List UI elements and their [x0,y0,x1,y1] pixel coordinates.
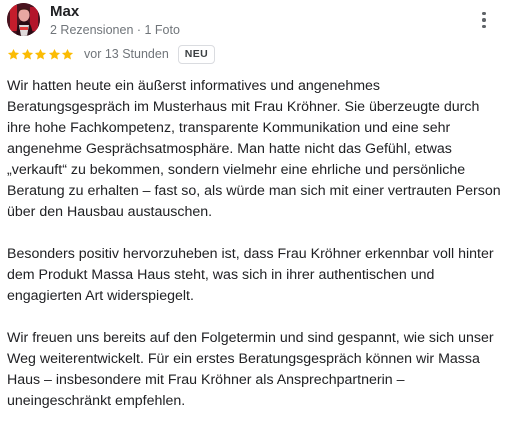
review-time: vor 13 Stunden [84,47,169,61]
review-line: engagierten Art widerspiegelt. [7,288,194,304]
dot [482,24,486,29]
review-line: Haus – insbesondere mit Frau Kröhner als… [7,372,405,388]
star-rating [7,48,74,61]
review-line: Weg weiterentwickelt. Für ein erstes Ber… [7,351,480,367]
review-line: angenehme Gesprächsatmosphäre. Man hatte… [7,141,452,157]
author-name[interactable]: Max [50,3,79,21]
star-icon [48,48,60,59]
star-icon [34,48,47,59]
star-icon [7,48,20,59]
author-meta: 2 Rezensionen · 1 Foto [50,23,180,37]
review-line: Beratung zu erhalten – fast so, als würd… [7,183,501,199]
dot [482,18,486,22]
rating-row: vor 13 Stunden NEU [7,44,216,64]
review-line: Besonders positiv hervorzuheben ist, das… [7,246,494,262]
review-line: „verkauft“ zu bekommen, sondern vielmehr… [7,162,466,178]
review-line: Wir hatten heute ein äußerst informative… [7,78,381,94]
new-badge: NEU [177,44,216,64]
review-paragraph: Wir hatten heute ein äußerst informative… [7,76,503,223]
review-line: Wir freuen uns bereits auf den Folgeterm… [7,330,494,346]
dot [482,11,486,16]
review-line: dem Produkt Massa Haus steht, was sich i… [7,267,435,283]
profile-photo-icon[interactable] [7,3,40,36]
review-line: über den Hausbau austauschen. [7,204,213,220]
review-paragraph: Wir freuen uns bereits auf den Folgeterm… [7,328,503,412]
review-line: uneingeschränkt empfehlen. [7,393,186,409]
review-text: Wir hatten heute ein äußerst informative… [7,76,503,433]
review-paragraph: Besonders positiv hervorzuheben ist, das… [7,244,503,307]
review-card: Max 2 Rezensionen · 1 Foto vor 13 Stunde… [0,0,507,410]
review-line: ihre hohe Fachkompetenz, transparente Ko… [7,120,451,136]
more-vert-icon[interactable] [476,9,492,31]
star-icon [21,48,33,59]
review-line: Beratungsgespräch im Musterhaus mit Frau… [7,99,480,115]
star-icon [61,48,74,59]
